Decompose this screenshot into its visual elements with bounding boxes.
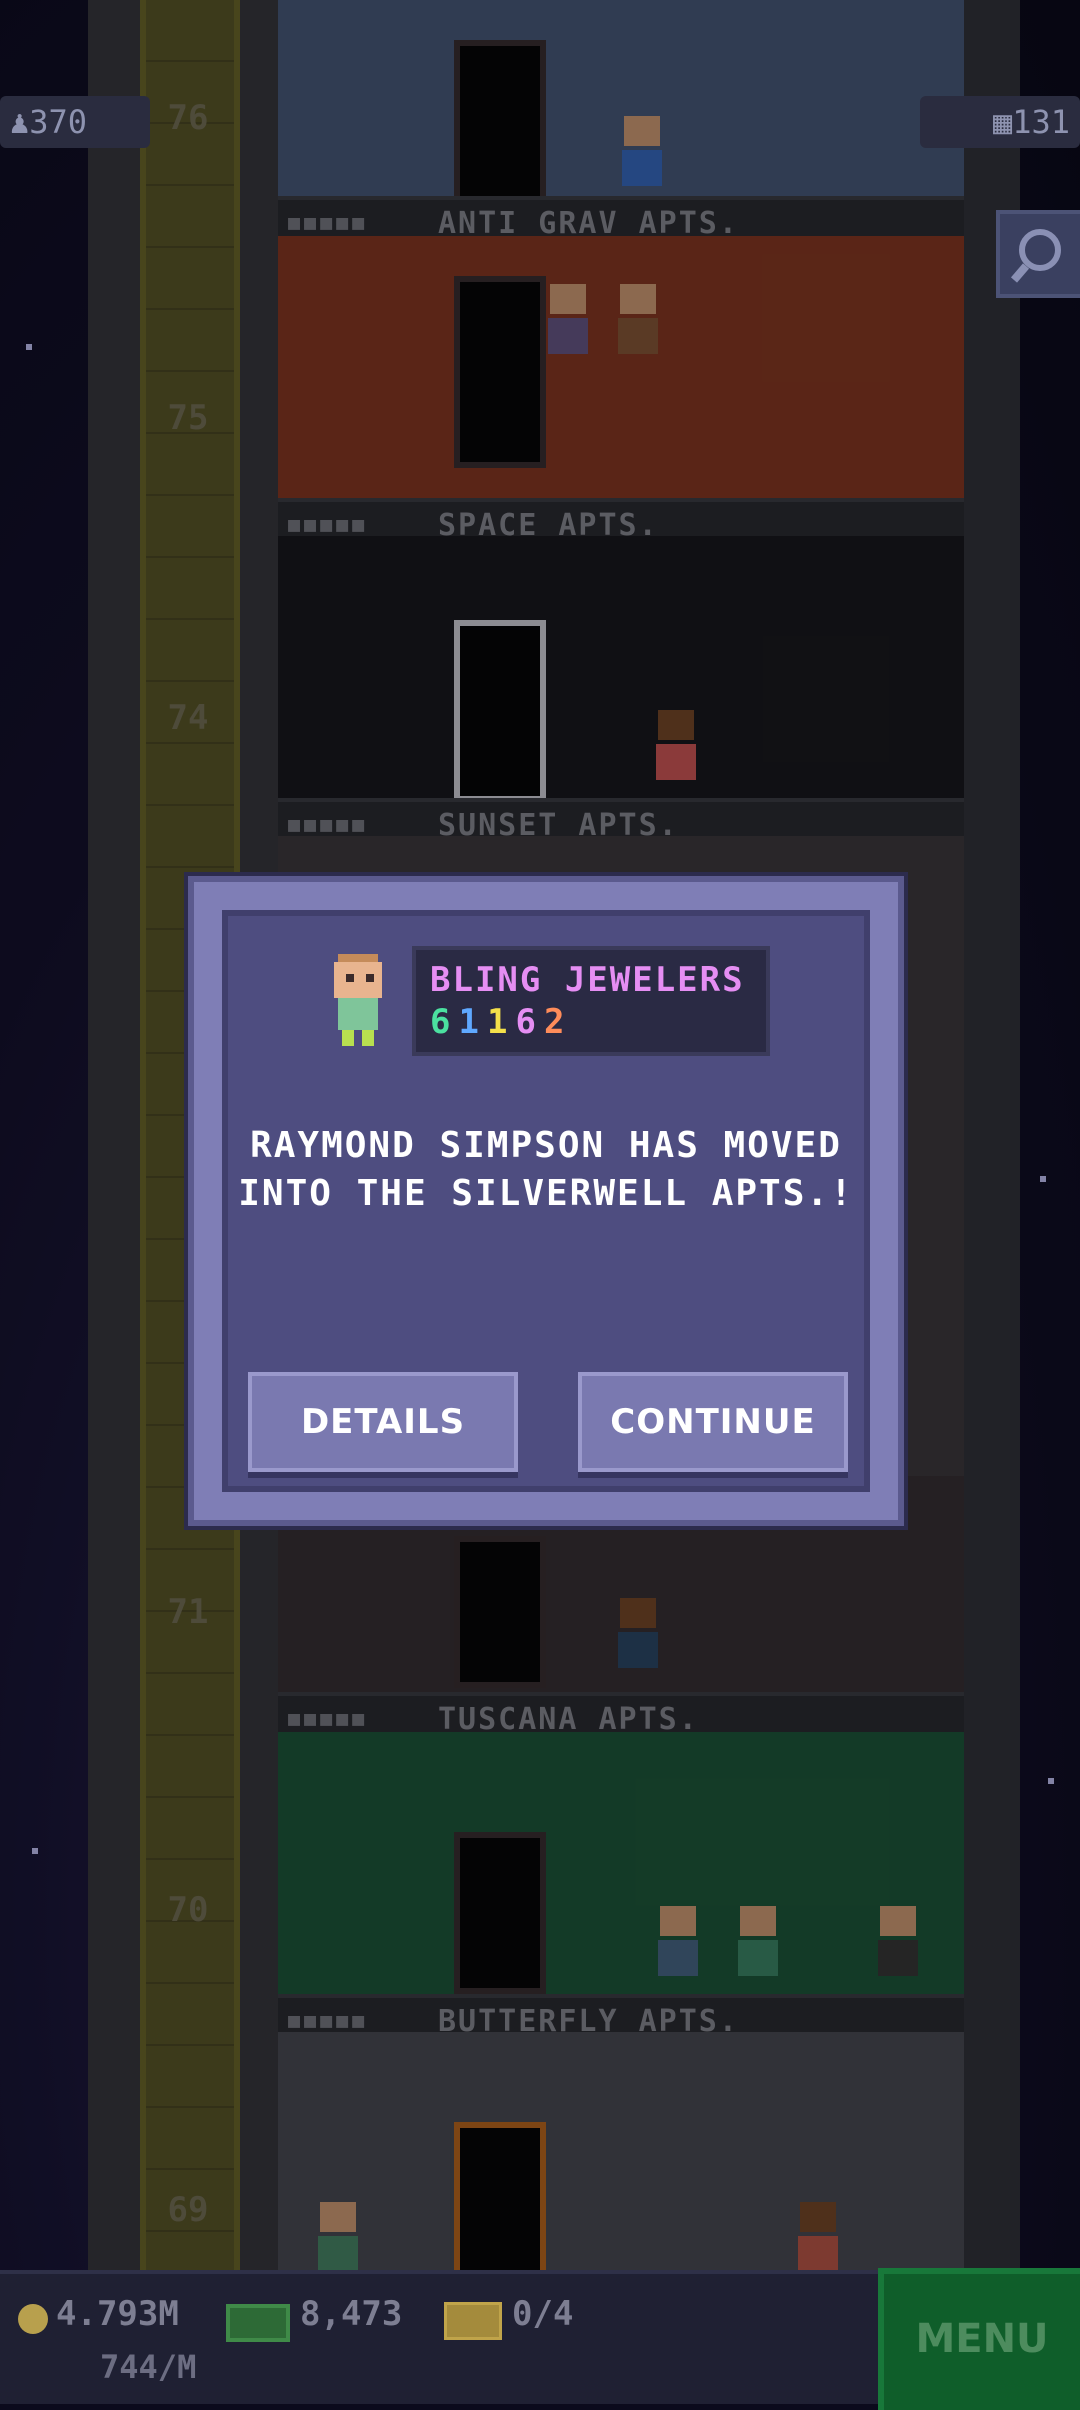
population-badge[interactable]: ♟370 <box>0 96 150 148</box>
store-code-digit: 2 <box>543 1002 573 1042</box>
bottom-bar: 4.793M 744/M 8,473 0/4 MENU <box>0 2268 1080 2410</box>
search-button[interactable] <box>996 210 1080 298</box>
store-code: 61162 <box>430 1002 572 1042</box>
population-count: 370 <box>29 103 88 141</box>
dialog-message: RAYMOND SIMPSON HAS MOVED INTO THE SILVE… <box>238 1125 854 1214</box>
floors-badge[interactable]: ▦131 <box>920 96 1080 148</box>
floors-count: 131 <box>1012 103 1070 141</box>
magnifier-icon <box>1010 229 1061 283</box>
resident-avatar <box>334 954 382 1046</box>
continue-button[interactable]: CONTINUE <box>578 1372 848 1472</box>
ticket-icon <box>444 2302 502 2340</box>
store-code-digit: 1 <box>458 1002 487 1042</box>
store-code-digit: 6 <box>515 1002 544 1042</box>
person-icon: ♟ <box>10 103 30 141</box>
store-name: BLING JEWELERS <box>430 960 745 1000</box>
coins-amount: 4.793M <box>56 2294 179 2334</box>
bux-amount: 8,473 <box>300 2294 403 2334</box>
coin-icon <box>18 2304 48 2334</box>
tower-bux-icon <box>226 2304 290 2342</box>
menu-button[interactable]: MENU <box>878 2268 1080 2410</box>
details-button[interactable]: DETAILS <box>248 1372 518 1472</box>
tickets-count: 0/4 <box>512 2294 574 2334</box>
coin-rate: 744/M <box>100 2348 197 2386</box>
move-in-dialog: BLING JEWELERS 61162 RAYMOND SIMPSON HAS… <box>188 876 904 1526</box>
store-info-box: BLING JEWELERS 61162 <box>412 946 770 1056</box>
building-icon: ▦ <box>992 103 1013 141</box>
store-code-digit: 6 <box>430 1002 459 1042</box>
store-code-digit: 1 <box>486 1002 516 1042</box>
